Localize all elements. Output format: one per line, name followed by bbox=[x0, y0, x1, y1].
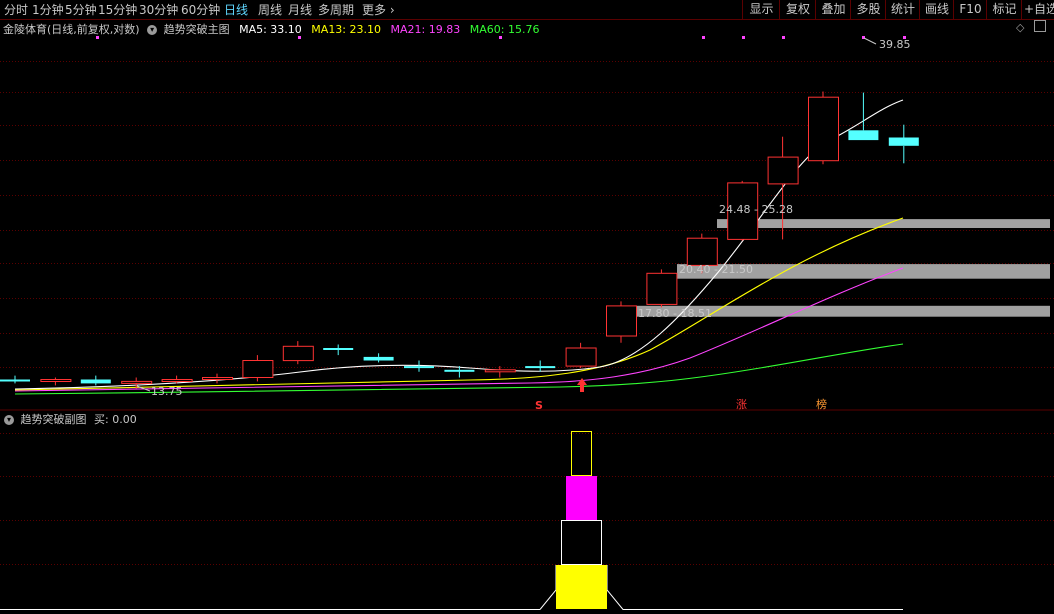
candle-body bbox=[808, 96, 839, 162]
sub-ramp-left bbox=[539, 565, 557, 610]
signal-dots bbox=[96, 36, 906, 39]
buy-bar-top bbox=[571, 431, 592, 476]
candle-body bbox=[565, 347, 597, 367]
zone-label-mid: 20.40 - 21.50 bbox=[679, 263, 753, 276]
buy-bar-white bbox=[561, 520, 602, 565]
signal-dot bbox=[782, 36, 785, 39]
candle-body bbox=[606, 305, 637, 337]
signal-dot bbox=[96, 36, 99, 39]
sub-ramp-right bbox=[606, 565, 903, 610]
candle-body bbox=[404, 366, 434, 369]
zhang-marker: 涨 bbox=[736, 398, 747, 411]
zone-label-low: 17.80 - 18.51 bbox=[638, 307, 712, 320]
candle-body bbox=[444, 369, 475, 372]
price-zone-bar bbox=[717, 219, 1050, 228]
buy-value-label: 买: 0.00 bbox=[94, 413, 137, 426]
candle-body bbox=[848, 130, 879, 141]
high-price-label: 39.85 bbox=[879, 38, 911, 51]
ma13-line bbox=[14, 217, 904, 391]
candle-body bbox=[242, 360, 274, 378]
buy-bar-bottom bbox=[556, 565, 607, 609]
buy-bar-magenta bbox=[566, 476, 597, 520]
candle-body bbox=[282, 345, 314, 362]
candle-body bbox=[888, 137, 919, 146]
candle-body bbox=[767, 156, 799, 185]
zone-label-high: 24.48 - 25.28 bbox=[719, 203, 793, 216]
moving-average-lines bbox=[14, 99, 904, 395]
grid-lines bbox=[0, 61, 1054, 368]
candle-body bbox=[121, 380, 153, 384]
ma5-line bbox=[14, 99, 904, 390]
sub-indicator-name[interactable]: 趋势突破副图 bbox=[21, 413, 87, 426]
candle-body bbox=[525, 366, 556, 369]
price-chart: 24.48 - 25.28 20.40 - 21.50 17.80 - 18.5… bbox=[0, 36, 1054, 610]
signal-dot bbox=[702, 36, 705, 39]
high-pointer bbox=[863, 37, 877, 45]
bang-marker: 榜 bbox=[816, 397, 827, 411]
signal-dot bbox=[742, 36, 745, 39]
sub-grid-lines bbox=[0, 433, 1054, 565]
candlesticks bbox=[0, 91, 919, 389]
candle-body bbox=[161, 379, 193, 382]
low-price-label: 13.75 bbox=[151, 385, 183, 398]
candle-body bbox=[202, 377, 233, 380]
candle-body bbox=[646, 272, 678, 305]
candle-body bbox=[363, 356, 394, 361]
candle-body bbox=[686, 237, 718, 266]
sub-chart-header: ▾ 趋势突破副图 买: 0.00 bbox=[0, 411, 600, 427]
candle-body bbox=[323, 348, 354, 350]
signal-dot bbox=[499, 36, 502, 39]
sub-collapse-chevron-icon[interactable]: ▾ bbox=[4, 415, 14, 425]
candle-body bbox=[0, 379, 30, 382]
candle-body bbox=[484, 369, 516, 373]
signal-dot bbox=[298, 36, 301, 39]
candle-body bbox=[40, 379, 72, 382]
candle-body bbox=[80, 379, 111, 384]
